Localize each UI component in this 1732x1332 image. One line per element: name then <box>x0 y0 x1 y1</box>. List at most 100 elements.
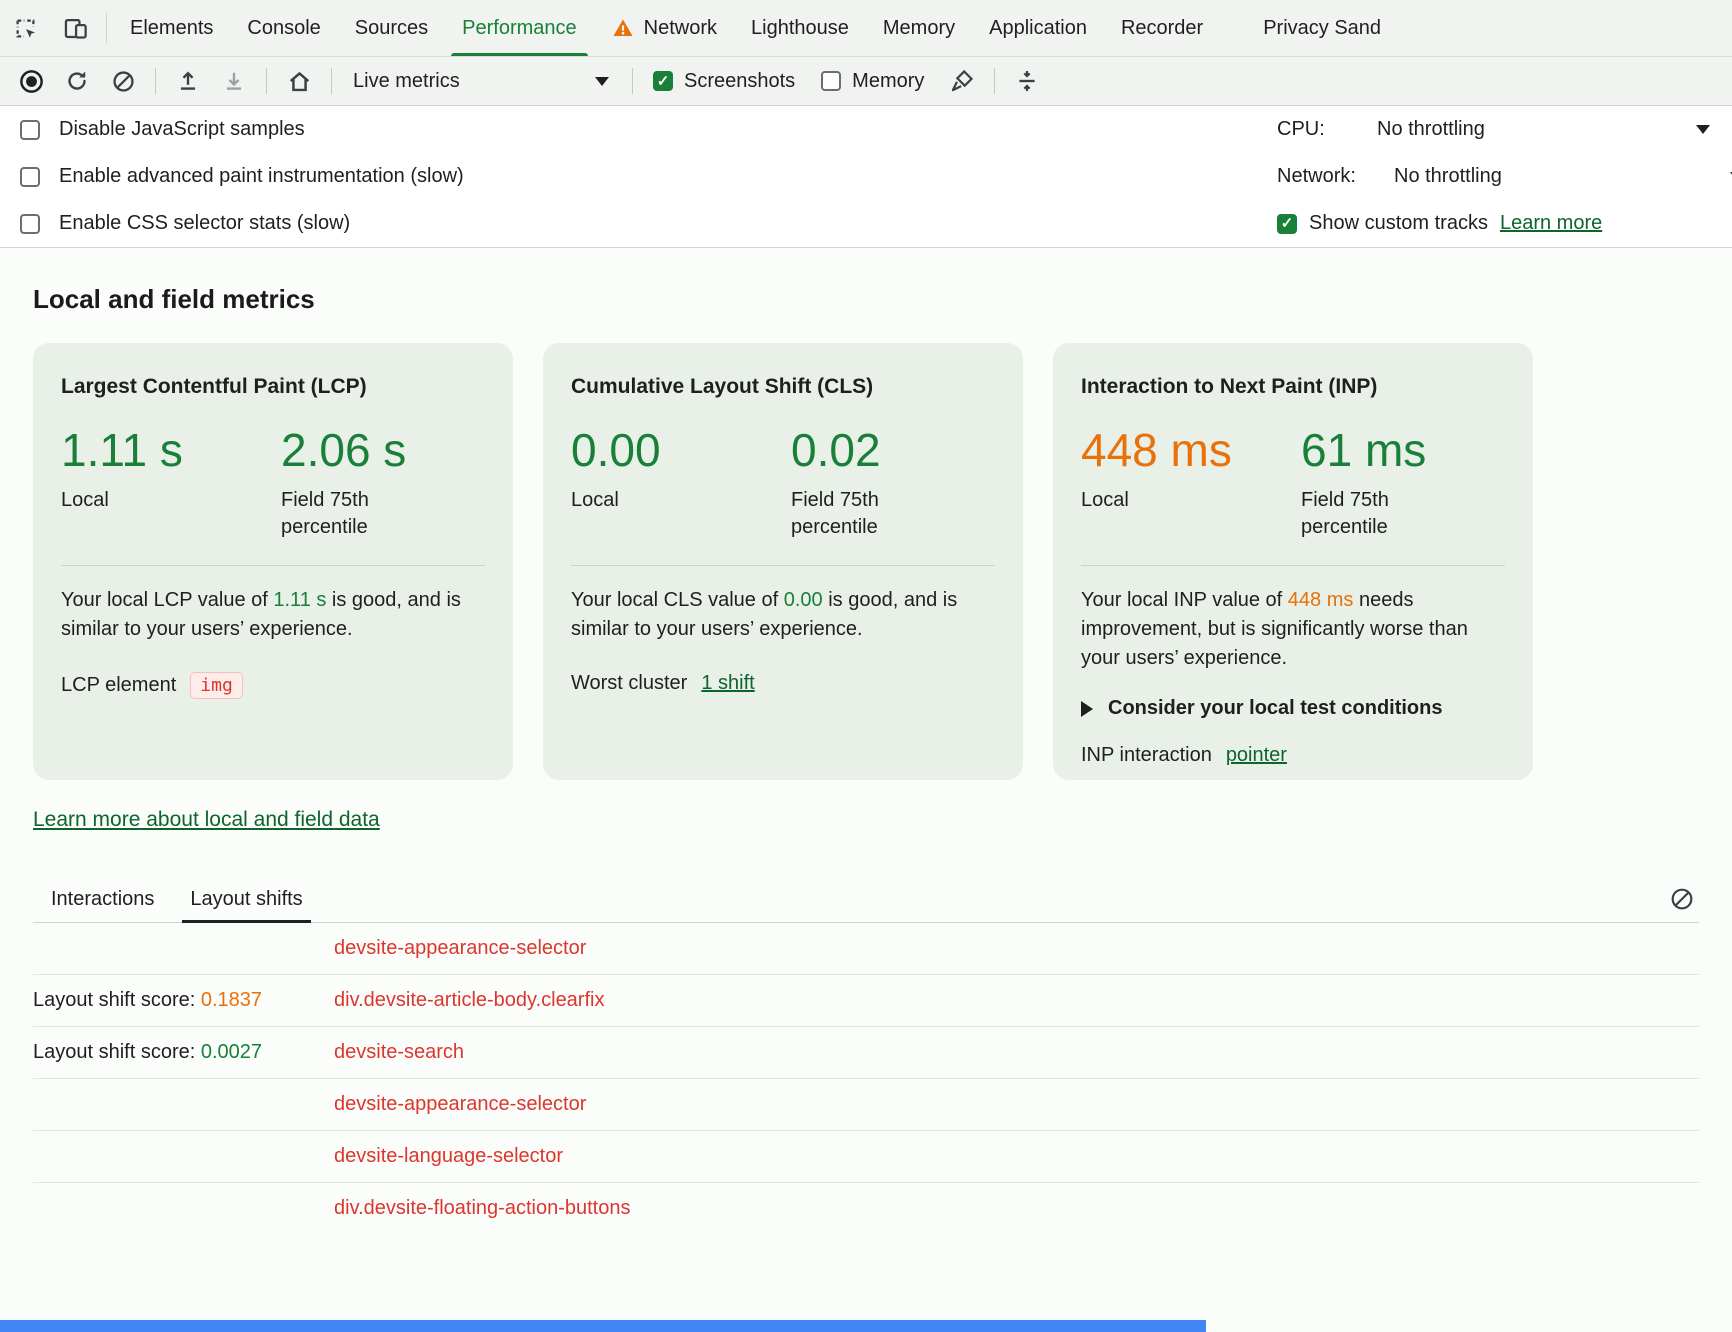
local-label: Local <box>61 487 186 514</box>
inspect-element-button[interactable] <box>0 0 50 56</box>
record-icon <box>18 68 45 95</box>
worst-cluster-row: Worst cluster 1 shift <box>571 672 995 695</box>
shift-score: Layout shift score: 0.1837 <box>33 989 334 1012</box>
tab-interactions[interactable]: Interactions <box>33 876 172 922</box>
cls-description: Your local CLS value of 0.00 is good, an… <box>571 586 995 644</box>
screenshots-checkbox[interactable]: Screenshots <box>642 70 810 93</box>
network-label: Network: <box>1277 165 1394 188</box>
lcp-element-row: LCP element img <box>61 672 485 699</box>
cls-values: 0.00 Local 0.02 Field 75th percentile <box>571 423 995 541</box>
divider <box>155 68 156 94</box>
tab-label: Lighthouse <box>751 17 849 40</box>
live-metrics-select[interactable]: Live metrics <box>341 62 623 100</box>
layout-shift-row: Layout shift score: 0.0027 devsite-searc… <box>33 1027 1699 1079</box>
tab-elements[interactable]: Elements <box>113 0 230 56</box>
divider <box>106 13 107 43</box>
tab-label: Network <box>644 17 717 40</box>
layout-shift-row: devsite-language-selector <box>33 1131 1699 1183</box>
setting-label: Enable CSS selector stats (slow) <box>59 212 350 235</box>
memory-checkbox[interactable]: Memory <box>810 70 939 93</box>
load-profile-button[interactable] <box>165 62 211 100</box>
collect-garbage-button[interactable] <box>939 62 985 100</box>
download-icon <box>221 68 247 94</box>
node-link[interactable]: div.devsite-floating-action-buttons <box>334 1197 630 1220</box>
record-page-load-button[interactable] <box>54 62 100 100</box>
css-selector-stats-checkbox[interactable]: Enable CSS selector stats (slow) <box>20 200 1277 247</box>
tab-network[interactable]: Network <box>594 0 734 56</box>
lcp-description: Your local LCP value of 1.11 s is good, … <box>61 586 485 644</box>
tab-recorder[interactable]: Recorder <box>1104 0 1220 56</box>
checkbox-unchecked-icon <box>20 167 40 187</box>
inp-card: Interaction to Next Paint (INP) 448 ms L… <box>1053 343 1533 780</box>
cls-card: Cumulative Layout Shift (CLS) 0.00 Local… <box>543 343 1023 780</box>
performance-toolbar: Live metrics Screenshots Memory <box>0 57 1732 106</box>
performance-settings: Disable JavaScript samples Enable advanc… <box>0 106 1732 248</box>
tab-layout-shifts[interactable]: Layout shifts <box>172 876 320 922</box>
show-custom-tracks-checkbox[interactable] <box>1277 214 1297 234</box>
learn-more-link[interactable]: Learn more <box>1500 212 1602 235</box>
circle-slash-icon <box>1669 886 1695 912</box>
checkbox-unchecked-icon <box>20 120 40 140</box>
cls-local-value: 0.00 <box>571 423 791 477</box>
tab-memory[interactable]: Memory <box>866 0 972 56</box>
lcp-element-node-link[interactable]: img <box>190 672 243 699</box>
node-link[interactable]: devsite-language-selector <box>334 1145 563 1168</box>
page-title: Local and field metrics <box>33 248 1699 315</box>
lcp-local-value: 1.11 s <box>61 423 281 477</box>
tab-label: Application <box>989 17 1087 40</box>
devtools-tabbar: Elements Console Sources Performance Net… <box>0 0 1732 57</box>
tab-label: Sources <box>355 17 428 40</box>
clear-log-button[interactable] <box>1669 886 1695 912</box>
divider <box>266 68 267 94</box>
network-throttling-select[interactable]: Network: No throttling <box>1277 153 1732 200</box>
checkbox-unchecked-icon <box>821 71 841 91</box>
bottom-blue-bar <box>0 1320 1206 1332</box>
tab-privacy-sandbox[interactable]: Privacy Sand <box>1246 0 1398 56</box>
tab-performance[interactable]: Performance <box>445 0 594 56</box>
card-title: Cumulative Layout Shift (CLS) <box>571 375 995 399</box>
warning-icon <box>611 16 635 40</box>
device-toolbar-icon <box>62 15 89 42</box>
tab-console[interactable]: Console <box>230 0 337 56</box>
save-profile-button[interactable] <box>211 62 257 100</box>
checkbox-unchecked-icon <box>20 214 40 234</box>
tab-label: Elements <box>130 17 213 40</box>
inp-interaction-link[interactable]: pointer <box>1226 744 1287 767</box>
tab-label: Layout shifts <box>190 888 302 911</box>
tab-label: Console <box>247 17 320 40</box>
node-link[interactable]: devsite-appearance-selector <box>334 1093 586 1116</box>
inp-interaction-row: INP interaction pointer <box>1081 744 1505 767</box>
reload-icon <box>64 68 90 94</box>
tab-application[interactable]: Application <box>972 0 1104 56</box>
tab-label: Performance <box>462 17 577 40</box>
advanced-paint-checkbox[interactable]: Enable advanced paint instrumentation (s… <box>20 153 1277 200</box>
metric-cards: Largest Contentful Paint (LCP) 1.11 s Lo… <box>33 343 1533 780</box>
tab-lighthouse[interactable]: Lighthouse <box>734 0 866 56</box>
inp-interaction-label: INP interaction <box>1081 744 1212 767</box>
field-label: Field 75th percentile <box>1301 487 1426 541</box>
local-test-conditions-disclosure[interactable]: Consider your local test conditions <box>1081 697 1505 720</box>
node-link[interactable]: devsite-appearance-selector <box>334 937 586 960</box>
layout-shifts-log: devsite-appearance-selector Layout shift… <box>33 923 1699 1224</box>
device-toolbar-button[interactable] <box>50 0 100 56</box>
broom-icon <box>949 68 975 94</box>
layout-shift-row: devsite-appearance-selector <box>33 923 1699 975</box>
home-button[interactable] <box>276 62 322 100</box>
record-button[interactable] <box>8 62 54 100</box>
checkbox-checked-icon <box>653 71 673 91</box>
clear-button[interactable] <box>100 62 146 100</box>
layout-shift-row: div.devsite-floating-action-buttons <box>33 1183 1699 1224</box>
collapse-panel-button[interactable] <box>1004 62 1050 100</box>
disable-js-samples-checkbox[interactable]: Disable JavaScript samples <box>20 106 1277 153</box>
lcp-field-value: 2.06 s <box>281 423 501 477</box>
field-label: Field 75th percentile <box>281 487 406 541</box>
cpu-throttling-select[interactable]: CPU: No throttling <box>1277 106 1732 153</box>
worst-cluster-link[interactable]: 1 shift <box>701 672 754 695</box>
layout-shift-row: devsite-appearance-selector <box>33 1079 1699 1131</box>
lcp-values: 1.11 s Local 2.06 s Field 75th percentil… <box>61 423 485 541</box>
node-link[interactable]: div.devsite-article-body.clearfix <box>334 989 604 1012</box>
inp-local-value: 448 ms <box>1081 423 1301 477</box>
node-link[interactable]: devsite-search <box>334 1041 464 1064</box>
learn-more-local-field-link[interactable]: Learn more about local and field data <box>33 808 380 832</box>
tab-sources[interactable]: Sources <box>338 0 445 56</box>
